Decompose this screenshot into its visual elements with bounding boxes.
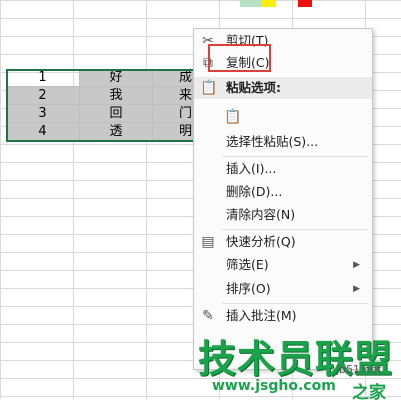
quick-analysis-icon: ▤ (201, 234, 215, 250)
table-cell[interactable]: 4 (6, 123, 80, 141)
menu-item-label: 清除内容(N) (226, 207, 296, 222)
submenu-arrow-icon: ▶ (353, 284, 360, 294)
table-cell[interactable]: 我 (80, 87, 153, 105)
paste-icon: 📋 (200, 80, 218, 96)
menu-item-label: 插入(I)... (226, 161, 277, 176)
menu-item-label: 排序(O) (226, 281, 271, 296)
color-swatch-green[interactable] (240, 0, 262, 7)
table-cell[interactable]: 3 (6, 105, 80, 123)
table-cell[interactable]: 透 (80, 123, 153, 141)
watermark-suffix: 之家 (352, 383, 386, 403)
menu-item-label: 插入批注(M) (226, 308, 297, 323)
menu-separator (222, 303, 368, 304)
submenu-arrow-icon: ▶ (353, 260, 360, 270)
copy-highlight-box (208, 44, 271, 72)
paste-clipboard-icon: 📋 (224, 109, 242, 125)
menu-item-label: 筛选(E) (226, 257, 269, 272)
menu-item-paste-special[interactable]: 选择性粘贴(S)... (194, 131, 372, 153)
menu-item-filter[interactable]: 筛选(E) ▶ (194, 254, 372, 276)
menu-section-paste-options: 📋 粘贴选项: (194, 77, 372, 99)
table-cell[interactable]: 回 (80, 105, 153, 123)
watermark-site: jb51.net (336, 363, 382, 376)
table-cell[interactable]: 2 (6, 87, 80, 105)
menu-item-quick-analysis[interactable]: ▤ 快速分析(Q) (194, 231, 372, 253)
table-cell[interactable]: 好 (80, 69, 153, 87)
table-cell[interactable]: 1 (6, 69, 80, 87)
menu-item-insert-comment[interactable]: ✎ 插入批注(M) (194, 305, 372, 327)
menu-item-label: 删除(D)... (226, 184, 283, 199)
menu-separator (222, 156, 368, 157)
menu-item-label: 选择性粘贴(S)... (226, 134, 319, 149)
color-swatch-red[interactable] (298, 0, 312, 7)
menu-item-delete[interactable]: 删除(D)... (194, 181, 372, 203)
paste-option-button[interactable]: 📋 (194, 103, 372, 131)
color-swatch-yellow[interactable] (262, 0, 276, 7)
menu-item-clear-contents[interactable]: 清除内容(N) (194, 204, 372, 226)
menu-item-label: 快速分析(Q) (226, 234, 296, 249)
menu-separator (222, 229, 368, 230)
menu-section-label: 粘贴选项: (226, 80, 281, 95)
watermark-url: www.jsgho.com (212, 378, 336, 394)
comment-icon: ✎ (202, 308, 214, 324)
context-menu: ✂ 剪切(T) ⧉ 复制(C) 📋 粘贴选项: 📋 选择性粘贴(S)... 插入… (193, 28, 373, 370)
menu-item-sort[interactable]: 排序(O) ▶ (194, 278, 372, 300)
menu-item-insert[interactable]: 插入(I)... (194, 158, 372, 180)
